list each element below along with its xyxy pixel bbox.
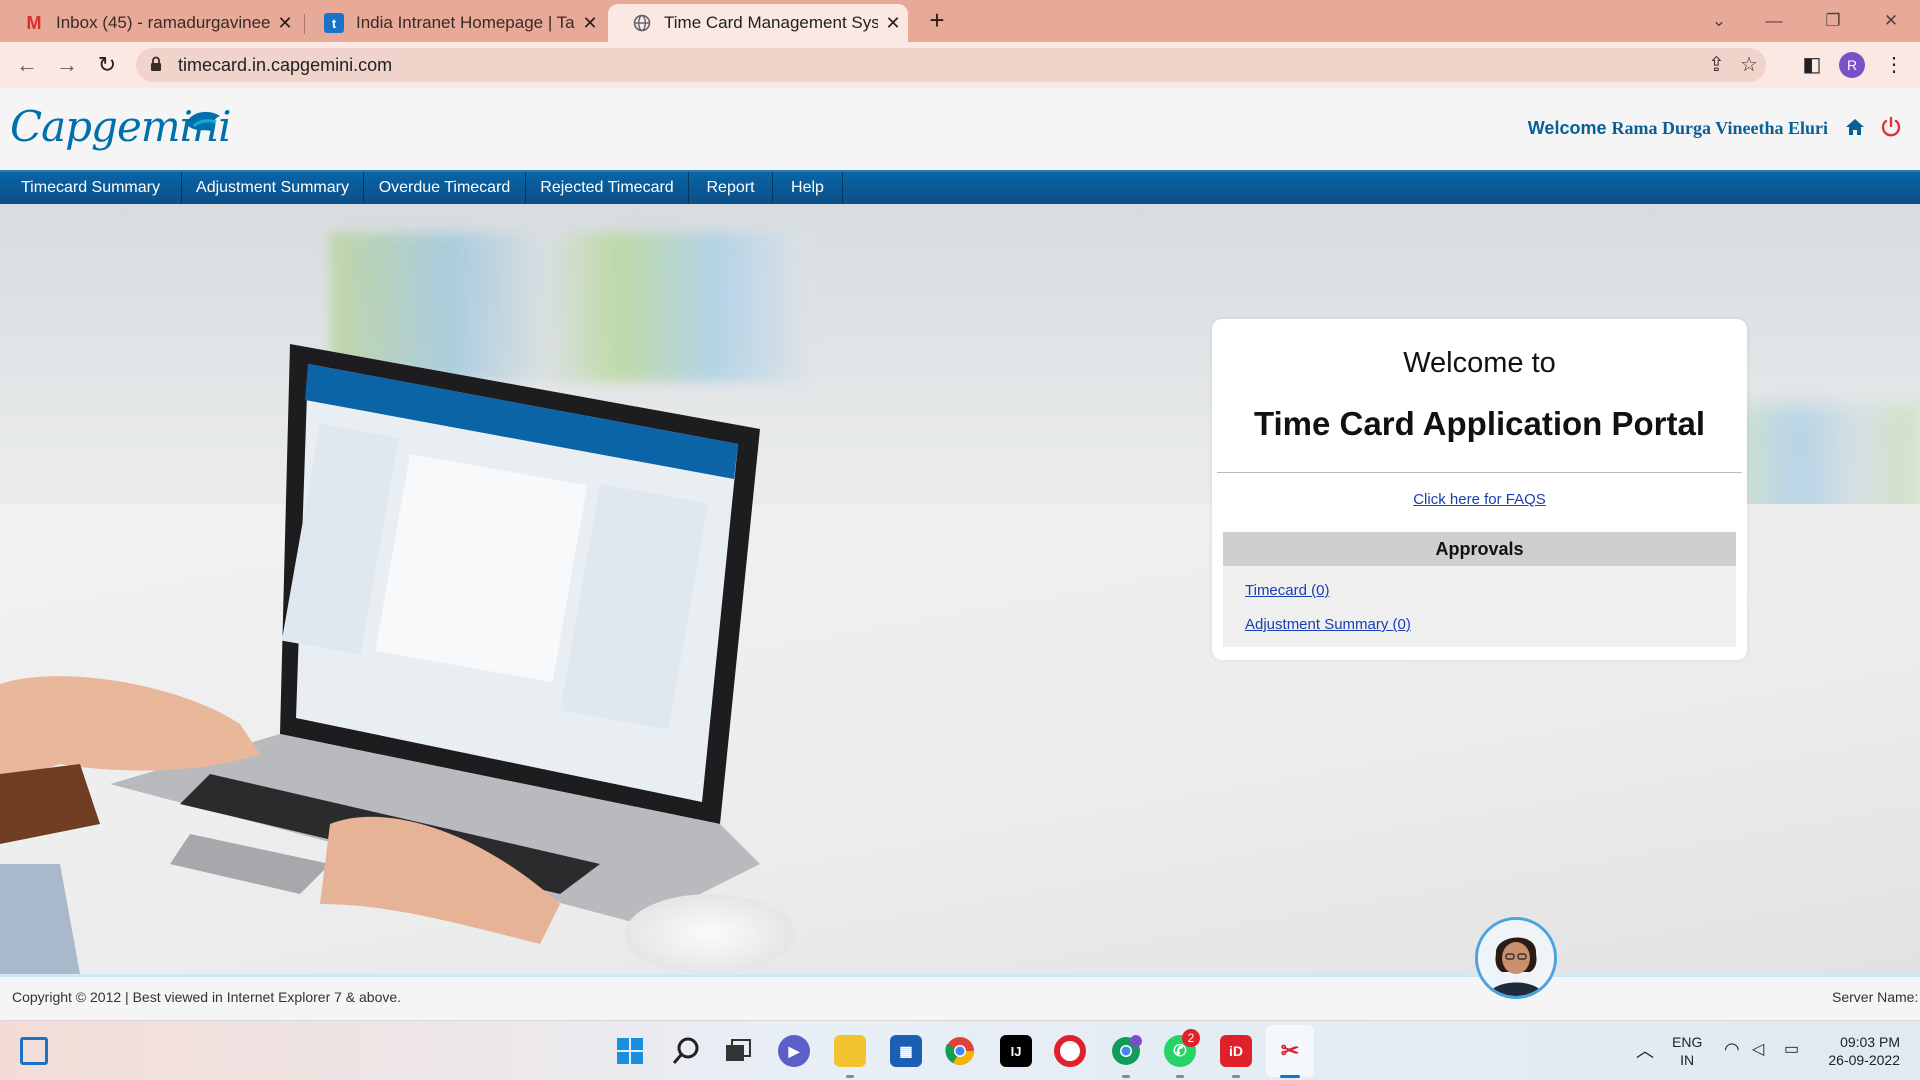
- card-divider: [1217, 472, 1742, 473]
- approvals-heading: Approvals: [1223, 532, 1736, 566]
- forward-arrow-icon[interactable]: →: [52, 50, 82, 80]
- browser-tab-strip: M Inbox (45) - ramadurgavineethaeluri ✕ …: [0, 0, 1920, 42]
- bookmark-star-icon[interactable]: ☆: [1740, 52, 1758, 77]
- welcome-label: Welcome: [1527, 118, 1607, 138]
- site-footer: Copyright © 2012 | Best viewed in Intern…: [0, 977, 1920, 1020]
- copyright-text: Copyright © 2012 | Best viewed in Intern…: [12, 989, 402, 1005]
- reload-icon[interactable]: ↻: [92, 50, 122, 80]
- capgemini-spade-icon: [186, 111, 220, 132]
- browser-toolbar: ← → ↻ timecard.in.capgemini.com ⇪ ☆ ◧ R …: [0, 42, 1920, 88]
- main-nav: Timecard Summary Adjustment Summary Over…: [0, 170, 1920, 204]
- windows-taskbar: ▶ ▦ IJ ✆ 2 iD ✂ ︿ ENG IN ◠ ◁ ▭ 09:03 PM …: [0, 1020, 1920, 1080]
- running-indicator: [1176, 1075, 1184, 1078]
- clock-time: 09:03 PM: [1840, 1034, 1900, 1050]
- notification-badge: 2: [1182, 1029, 1200, 1047]
- running-indicator: [846, 1075, 854, 1078]
- language-code: ENG: [1672, 1034, 1703, 1050]
- indesign-icon[interactable]: iD: [1220, 1035, 1252, 1067]
- active-indicator: [1280, 1075, 1300, 1078]
- nav-timecard-summary[interactable]: Timecard Summary: [0, 172, 182, 204]
- chatbot-avatar-image: [1478, 920, 1554, 996]
- timecard-approvals-link[interactable]: Timecard (0): [1245, 582, 1329, 599]
- back-arrow-icon[interactable]: ←: [12, 50, 42, 80]
- language-indicator[interactable]: ENG IN: [1672, 1033, 1702, 1069]
- tab-gmail-inbox[interactable]: M Inbox (45) - ramadurgavineethaeluri ✕: [0, 4, 300, 42]
- running-indicator: [1232, 1075, 1240, 1078]
- tab-intranet[interactable]: t India Intranet Homepage | Talent ✕: [300, 4, 605, 42]
- nav-adjustment-summary[interactable]: Adjustment Summary: [182, 172, 364, 204]
- server-name-label: Server Name:: [1832, 989, 1919, 1005]
- intellij-icon[interactable]: IJ: [1000, 1035, 1032, 1067]
- portal-title: Time Card Application Portal: [1253, 405, 1706, 442]
- widgets-icon[interactable]: [20, 1037, 48, 1065]
- region-code: IN: [1680, 1052, 1695, 1068]
- search-icon[interactable]: [670, 1035, 702, 1067]
- talent-icon: t: [324, 13, 344, 33]
- store-icon[interactable]: ▦: [890, 1035, 922, 1067]
- tray-chevron-up-icon[interactable]: ︿: [1636, 1037, 1654, 1063]
- profile-avatar[interactable]: R: [1839, 52, 1865, 78]
- teams-chat-icon[interactable]: ▶: [778, 1035, 810, 1067]
- close-window-icon[interactable]: ✕: [1871, 6, 1911, 36]
- running-indicator: [1122, 1075, 1130, 1078]
- address-bar[interactable]: timecard.in.capgemini.com ⇪ ☆: [136, 48, 1766, 82]
- close-tab-icon[interactable]: ✕: [270, 13, 300, 34]
- opera-icon[interactable]: [1054, 1035, 1086, 1067]
- tab-search-icon[interactable]: ⌄: [1699, 6, 1739, 36]
- url-text: timecard.in.capgemini.com: [178, 55, 393, 75]
- nav-help[interactable]: Help: [773, 172, 843, 204]
- faq-link[interactable]: Click here for FAQS: [1212, 491, 1747, 508]
- approvals-panel: Approvals Timecard (0) Adjustment Summar…: [1223, 532, 1736, 647]
- welcome-card: Welcome to Time Card Application Portal …: [1212, 319, 1747, 660]
- tab-title: Inbox (45) - ramadurgavineethaeluri: [56, 13, 270, 32]
- nav-report[interactable]: Report: [689, 172, 773, 204]
- nav-rejected-timecard[interactable]: Rejected Timecard: [526, 172, 689, 204]
- adjustment-approvals-link[interactable]: Adjustment Summary (0): [1245, 616, 1411, 633]
- tab-title: India Intranet Homepage | Talent: [356, 13, 575, 32]
- logout-power-icon[interactable]: [1880, 116, 1902, 138]
- site-header: Capgemini Welcome Rama Durga Vineetha El…: [0, 88, 1920, 170]
- page-content: Capgemini Welcome Rama Durga Vineetha El…: [0, 88, 1920, 1020]
- laptop-illustration: [0, 344, 760, 974]
- restore-icon[interactable]: ❐: [1813, 6, 1853, 36]
- chatbot-avatar[interactable]: [1475, 917, 1557, 999]
- lock-icon[interactable]: [150, 56, 162, 72]
- gmail-icon: M: [26, 12, 42, 33]
- minimize-icon[interactable]: —: [1754, 6, 1794, 36]
- volume-icon[interactable]: ◁: [1752, 1039, 1764, 1059]
- clock[interactable]: 09:03 PM 26-09-2022: [1818, 1033, 1900, 1069]
- windows-start-icon[interactable]: [614, 1035, 646, 1067]
- wifi-icon[interactable]: ◠: [1724, 1039, 1740, 1060]
- side-panel-icon[interactable]: ◧: [1797, 50, 1827, 80]
- battery-icon[interactable]: ▭: [1784, 1039, 1799, 1059]
- snipping-tool-icon[interactable]: ✂: [1274, 1035, 1306, 1067]
- task-view-icon[interactable]: [722, 1035, 754, 1067]
- close-tab-icon[interactable]: ✕: [575, 13, 605, 34]
- new-tab-button[interactable]: +: [922, 6, 952, 36]
- share-icon[interactable]: ⇪: [1708, 52, 1725, 77]
- file-explorer-icon[interactable]: [834, 1035, 866, 1067]
- globe-icon: [632, 13, 652, 33]
- user-name: Rama Durga Vineetha Eluri: [1611, 118, 1828, 138]
- welcome-heading: Welcome to: [1403, 347, 1556, 379]
- chrome-icon[interactable]: [944, 1035, 976, 1067]
- clock-date: 26-09-2022: [1828, 1052, 1900, 1068]
- mouse-illustration: [625, 894, 795, 974]
- menu-kebab-icon[interactable]: ⋮: [1879, 50, 1909, 80]
- home-icon[interactable]: [1845, 118, 1865, 136]
- nav-overdue-timecard[interactable]: Overdue Timecard: [364, 172, 526, 204]
- tab-title: Time Card Management System: [664, 13, 878, 32]
- tab-timecard[interactable]: Time Card Management System ✕: [608, 4, 908, 42]
- close-tab-icon[interactable]: ✕: [878, 13, 908, 34]
- chrome-profile-icon[interactable]: [1110, 1035, 1142, 1067]
- welcome-user: Welcome Rama Durga Vineetha Eluri: [1528, 118, 1828, 139]
